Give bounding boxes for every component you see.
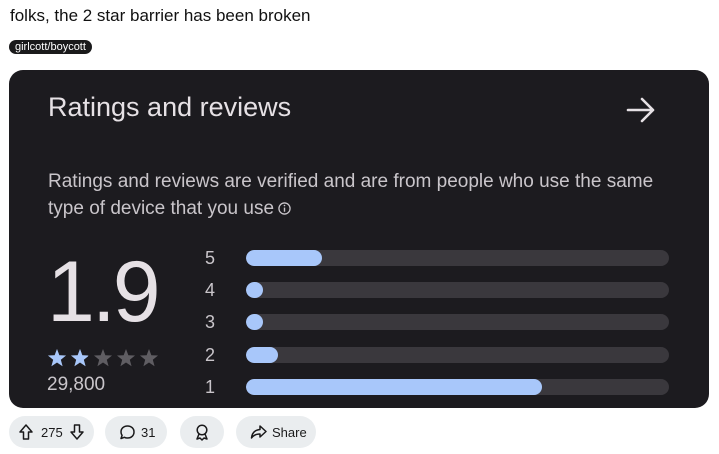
ratings-screenshot: Ratings and reviews Ratings and reviews …	[9, 70, 709, 408]
upvote-count: 275	[41, 424, 63, 440]
share-button[interactable]: Share	[236, 416, 316, 448]
post-title[interactable]: folks, the 2 star barrier has been broke…	[10, 6, 311, 26]
upvote-icon[interactable]	[18, 423, 34, 441]
rating-bar-fill	[246, 379, 543, 395]
rating-row-label: 5	[205, 248, 216, 268]
post-flair[interactable]: girlcott/boycott	[9, 40, 92, 54]
rating-bar-fill	[246, 250, 323, 266]
star-empty-icon	[93, 349, 113, 367]
star-empty-icon	[139, 349, 159, 367]
review-count: 29,800	[47, 374, 106, 395]
star-rating	[47, 349, 159, 367]
rating-bar-track	[246, 314, 669, 330]
downvote-icon[interactable]	[69, 423, 85, 441]
rating-bar-fill	[246, 282, 263, 298]
comment-icon	[120, 424, 135, 439]
rating-row-label: 1	[205, 377, 216, 397]
average-rating: 1.9	[47, 244, 161, 340]
comment-count: 31	[141, 424, 156, 440]
award-icon	[196, 424, 208, 441]
vote-control: 275	[9, 416, 94, 448]
ratings-title: Ratings and reviews	[48, 92, 292, 122]
share-label: Share	[272, 424, 307, 440]
rating-bar-track	[246, 379, 669, 395]
share-icon	[250, 425, 267, 439]
ratings-description: Ratings and reviews are verified and are…	[48, 168, 668, 222]
rating-bar-track	[246, 347, 669, 363]
rating-row-label: 2	[205, 345, 216, 365]
rating-bar-fill	[246, 314, 263, 330]
star-filled-icon	[70, 349, 88, 367]
rating-bar-fill	[246, 347, 278, 363]
rating-bar-track	[246, 282, 669, 298]
rating-row-label: 4	[205, 280, 216, 300]
star-empty-icon	[116, 349, 136, 367]
ratings-description-text: Ratings and reviews are verified and are…	[48, 171, 654, 219]
rating-bar-track	[246, 250, 669, 266]
arrow-right-icon	[626, 97, 655, 123]
award-button[interactable]	[180, 416, 224, 448]
star-filled-icon	[47, 349, 67, 367]
info-icon	[278, 202, 291, 215]
rating-row-label: 3	[205, 312, 216, 332]
comments-button[interactable]: 31	[105, 416, 167, 448]
